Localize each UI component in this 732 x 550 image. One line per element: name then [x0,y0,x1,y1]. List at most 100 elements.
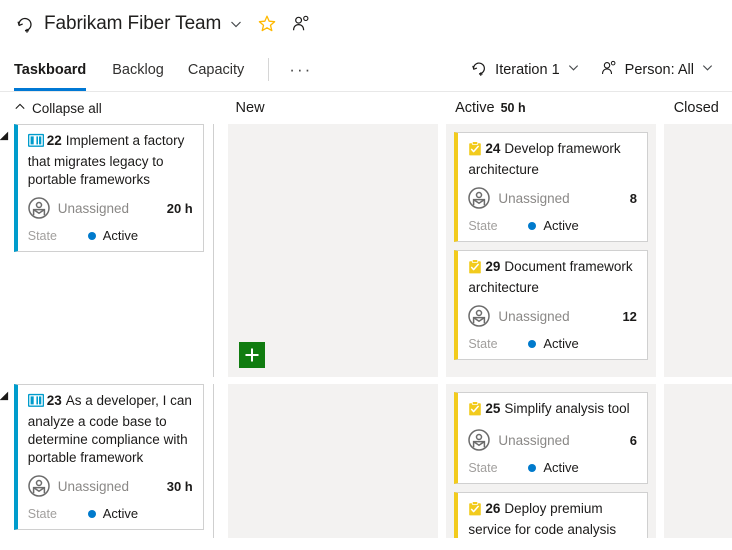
task-card-effort: 12 [622,309,636,324]
app-header: Fabrikam Fiber Team [0,0,732,48]
story-card-assignee: Unassigned [58,479,161,494]
lane-new-row-1[interactable] [228,124,439,377]
people-icon[interactable] [291,14,311,34]
task-card-state: State Active [468,460,637,475]
task-icon [468,501,482,521]
task-icon [468,401,482,421]
story-card-title: 22Implement a factory that migrates lega… [28,132,193,189]
task-card-title: 24Develop framework architecture [468,140,637,179]
row-collapse-toggle[interactable] [0,392,12,405]
task-card-id: 25 [485,401,500,416]
story-card-state: State Active [28,506,193,521]
task-card[interactable]: 24Develop framework architecture Unassig… [454,132,648,242]
column-header-active-label: Active [455,100,495,116]
task-card-state: State Active [468,218,637,233]
iteration-filter-label: Iteration 1 [495,62,560,78]
person-filter[interactable]: Person: All [590,59,724,81]
state-dot-icon [528,464,536,472]
add-task-button[interactable] [239,342,265,368]
story-card-effort: 30 h [167,479,193,494]
story-card-state-value: Active [103,506,138,521]
taskboard: Collapse all New Active 50 h Closed [0,92,732,538]
task-card-title: 29Document framework architecture [468,258,637,297]
avatar-icon [468,429,490,451]
row-collapse-toggle[interactable] [0,132,12,145]
avatar-icon [468,187,490,209]
board-column-headers: Collapse all New Active 50 h Closed [0,92,732,124]
task-card-id: 26 [485,501,500,516]
tab-list: Taskboard Backlog Capacity ··· [14,48,324,91]
row-collapse-gutter [0,384,14,538]
chevron-down-icon[interactable] [229,17,243,31]
table-row: 22Implement a factory that migrates lega… [0,124,732,377]
story-card-state: State Active [28,228,193,243]
story-cell: 23As a developer, I can analyze a code b… [14,384,214,538]
iteration-filter[interactable]: Iteration 1 [460,59,590,81]
chevron-down-icon [701,61,714,78]
task-card-assignee: Unassigned [498,309,616,324]
chevron-up-icon [14,101,26,116]
board-rows: 22Implement a factory that migrates lega… [0,124,732,538]
task-card-effort: 8 [630,191,637,206]
column-header-new: New [226,100,446,116]
collapse-all-label: Collapse all [32,101,102,116]
task-card-state-label: State [468,337,528,351]
story-card-assignment: Unassigned 20 h [28,197,193,219]
tab-taskboard-label: Taskboard [14,62,86,78]
tab-backlog[interactable]: Backlog [100,48,176,91]
story-card-id: 22 [47,133,62,148]
star-icon[interactable] [257,14,277,34]
person-icon [600,59,618,81]
column-header-closed-label: Closed [674,100,719,116]
story-icon [28,393,44,413]
task-card[interactable]: 29Document framework architecture Unassi… [454,250,648,360]
collapse-all-button[interactable]: Collapse all [14,101,226,116]
task-card-effort: 6 [630,433,637,448]
lane-active-row-1[interactable]: 24Develop framework architecture Unassig… [446,124,656,377]
tab-backlog-label: Backlog [112,62,164,78]
task-card-state: State Active [468,336,637,351]
task-card-assignment: Unassigned 6 [468,429,637,451]
task-card-title-text: Simplify analysis tool [504,401,629,416]
task-icon [468,259,482,279]
column-header-active-hours: 50 h [501,101,526,115]
story-card-state-value: Active [103,228,138,243]
table-row: 23As a developer, I can analyze a code b… [0,384,732,538]
task-card-id: 24 [485,141,500,156]
person-filter-label: Person: All [625,62,694,78]
tab-capacity[interactable]: Capacity [176,48,256,91]
task-card[interactable]: 26Deploy premium service for code analys… [454,492,648,538]
story-card-title: 23As a developer, I can analyze a code b… [28,392,193,467]
iteration-icon [470,59,488,81]
column-header-closed: Closed [664,100,732,116]
story-cell: 22Implement a factory that migrates lega… [14,124,214,377]
row-collapse-gutter [0,124,14,377]
lane-active-row-2[interactable]: 25Simplify analysis tool Unassigned [446,384,656,538]
story-icon [28,133,44,153]
task-card-id: 29 [485,259,500,274]
tab-capacity-label: Capacity [188,62,244,78]
state-dot-icon [528,340,536,348]
state-dot-icon [88,510,96,518]
task-card-state-label: State [468,461,528,475]
task-card-assignee: Unassigned [498,191,623,206]
story-card[interactable]: 22Implement a factory that migrates lega… [14,124,204,252]
tab-divider [268,58,269,81]
task-card-state-label: State [468,219,528,233]
task-card-state-value: Active [543,336,578,351]
story-card-id: 23 [47,393,62,408]
board-filters: Iteration 1 Person: All [460,48,732,91]
more-options-button[interactable]: ··· [277,48,324,91]
tab-taskboard[interactable]: Taskboard [14,48,100,91]
task-card-state-value: Active [543,460,578,475]
lane-new-row-2[interactable] [228,384,439,538]
column-header-active: Active 50 h [445,100,664,116]
team-name[interactable]: Fabrikam Fiber Team [44,13,221,35]
story-card[interactable]: 23As a developer, I can analyze a code b… [14,384,204,530]
lane-closed-row-1[interactable] [664,124,732,377]
story-card-assignee: Unassigned [58,201,161,216]
lane-closed-row-2[interactable] [664,384,732,538]
column-header-new-label: New [236,100,265,116]
task-card-assignment: Unassigned 8 [468,187,637,209]
task-card[interactable]: 25Simplify analysis tool Unassigned [454,392,648,484]
